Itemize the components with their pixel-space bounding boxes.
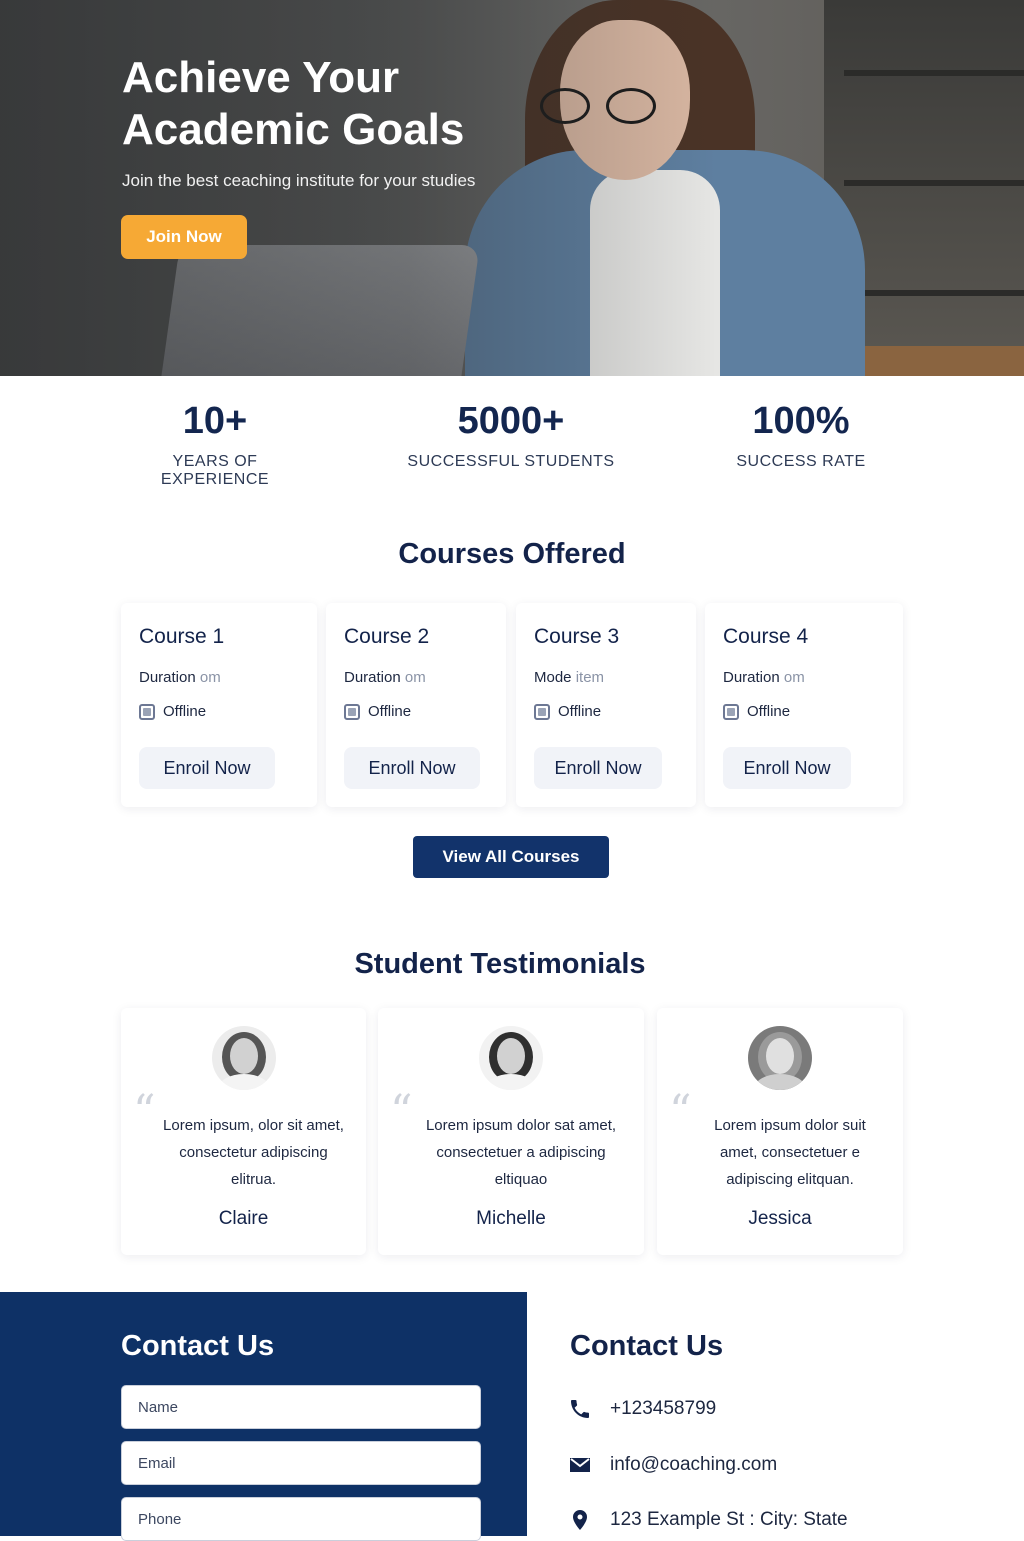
view-all-courses-button[interactable]: View All Courses (413, 836, 609, 878)
hero-subtitle: Join the best ceaching institute for you… (122, 171, 476, 190)
course-card: Course 3 Mode item Offline Enroll Now (516, 603, 696, 807)
phone-field[interactable] (121, 1497, 481, 1541)
enroll-now-button[interactable]: Enroll Now (723, 747, 851, 789)
email-field[interactable] (121, 1441, 481, 1485)
stat-label: SUCCESS RATE (736, 453, 866, 470)
enroll-now-button[interactable]: Enroil Now (139, 747, 275, 789)
course-meta: Duration om (344, 669, 426, 686)
testimonials-title: Student Testimonials (354, 948, 646, 980)
stat-label: YEARS OF EXPERIENCE (160, 453, 270, 488)
avatar (479, 1026, 543, 1090)
course-meta: Duration om (139, 669, 221, 686)
join-now-button[interactable]: Join Now (121, 215, 247, 259)
name-field[interactable] (121, 1385, 481, 1429)
testimonial-card: “ Lorem ipsum dolor suit amet, consectet… (657, 1008, 903, 1255)
course-mode: Offline (723, 703, 790, 720)
location-pin-icon (573, 1510, 587, 1530)
testimonial-card: “ Lorem ipsum, olor sit amet, consectetu… (121, 1008, 366, 1255)
contact-phone: +123458799 (568, 1397, 716, 1421)
course-name: Course 2 (344, 625, 430, 648)
email-address[interactable]: info@coaching.com (610, 1454, 777, 1476)
avatar (212, 1026, 276, 1090)
checkbox-icon (723, 703, 739, 720)
contact-address: 123 Example St : City: State (568, 1508, 848, 1532)
contact-info-title: Contact Us (570, 1330, 724, 1362)
contact-email: info@coaching.com (568, 1453, 777, 1477)
course-card: Course 2 Duration om Offline Enroll Now (326, 603, 506, 807)
checkbox-icon (139, 703, 155, 720)
hero-section: Achieve Your Academic Goals Join the bes… (0, 0, 1024, 376)
course-card: Course 4 Duration om Offline Enroll Now (705, 603, 903, 807)
stat-label: SUCCESSFUL STUDENTS (407, 453, 615, 470)
testimonial-name: Michelle (476, 1208, 546, 1229)
stat-students: 5000+ SUCCESSFUL STUDENTS (402, 400, 620, 471)
enroll-now-button[interactable]: Enroll Now (534, 747, 662, 789)
stat-number: 10+ (182, 400, 248, 442)
checkbox-icon (344, 703, 360, 720)
avatar (748, 1026, 812, 1090)
testimonial-card: “ Lorem ipsum dolor sat amet, consectetu… (378, 1008, 644, 1255)
testimonial-text: Lorem ipsum dolor sat amet, consectetuer… (425, 1117, 617, 1188)
quote-icon: “ (669, 1086, 692, 1137)
address-text: 123 Example St : City: State (610, 1509, 848, 1530)
stat-experience: 10+ YEARS OF EXPERIENCE (120, 400, 310, 489)
checkbox-icon (534, 703, 550, 720)
stats-section: 10+ YEARS OF EXPERIENCE 5000+ SUCCESSFUL… (0, 376, 1024, 489)
testimonial-name: Claire (218, 1208, 269, 1229)
course-card: Course 1 Duration om Offline Enroil Now (121, 603, 317, 807)
testimonial-name: Jessica (748, 1208, 812, 1229)
course-name: Course 3 (534, 625, 620, 648)
course-meta: Mode item (534, 669, 605, 686)
course-name: Course 1 (139, 625, 225, 648)
stat-number: 5000+ (457, 400, 565, 442)
course-meta: Duration om (723, 669, 805, 686)
contact-form-title: Contact Us (121, 1330, 275, 1362)
course-mode: Offline (344, 703, 411, 720)
mail-icon (570, 1458, 590, 1472)
quote-icon: “ (390, 1086, 413, 1137)
stat-success-rate: 100% SUCCESS RATE (724, 400, 878, 471)
stat-number: 100% (752, 400, 850, 442)
phone-number[interactable]: +123458799 (610, 1398, 716, 1420)
course-mode: Offline (534, 703, 601, 720)
testimonial-text: Lorem ipsum, olor sit amet, consectetur … (163, 1117, 344, 1188)
testimonial-text: Lorem ipsum dolor suit amet, consectetue… (714, 1117, 866, 1188)
phone-icon (571, 1400, 589, 1418)
quote-icon: “ (133, 1086, 156, 1137)
course-mode: Offline (139, 703, 206, 720)
course-name: Course 4 (723, 625, 809, 648)
enroll-now-button[interactable]: Enroll Now (344, 747, 480, 789)
courses-title: Courses Offered (398, 538, 626, 570)
hero-title: Achieve Your Academic Goals (122, 53, 465, 154)
